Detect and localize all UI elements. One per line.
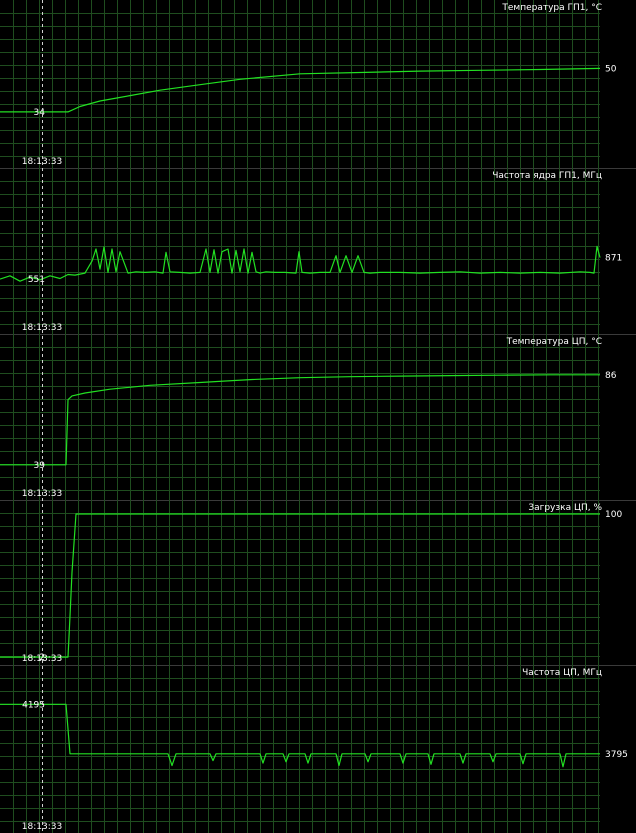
end-value-label: 871 (605, 254, 622, 264)
start-value-label: 4195 (22, 700, 45, 710)
end-value-label: 50 (605, 64, 617, 74)
panel-grid (0, 168, 600, 334)
panel-grid (0, 665, 600, 833)
end-value-label: 100 (605, 510, 622, 520)
panel-grid (0, 334, 600, 500)
panel-title: Частота ядра ГП1, МГц (492, 171, 602, 181)
graph-panel-1: Температура ГП1, °C503418:13:33 (0, 0, 636, 169)
panel-grid (0, 500, 600, 665)
start-value-label: 39 (34, 461, 46, 471)
panel-title: Загрузка ЦП, % (528, 503, 602, 513)
graph-panels: Температура ГП1, °C503418:13:33Частота я… (0, 0, 636, 833)
hardware-monitor-graphs: Температура ГП1, °C503418:13:33Частота я… (0, 0, 636, 833)
panel-title: Температура ГП1, °C (501, 3, 602, 13)
panel-title: Температура ЦП, °C (506, 337, 602, 347)
graph-panel-4: Загрузка ЦП, %100218:13:33 (0, 500, 636, 666)
end-value-label: 3795 (605, 750, 628, 760)
start-value-label: 34 (34, 108, 46, 118)
panel-grid (0, 0, 600, 168)
graph-panel-3: Температура ЦП, °C863918:13:33 (0, 334, 636, 501)
graph-panel-5: Частота ЦП, МГц3795419518:13:33 (0, 665, 628, 833)
end-value-label: 86 (605, 371, 617, 381)
graph-panel-2: Частота ядра ГП1, МГц87155118:13:33 (0, 168, 636, 335)
panel-title: Частота ЦП, МГц (522, 668, 602, 678)
